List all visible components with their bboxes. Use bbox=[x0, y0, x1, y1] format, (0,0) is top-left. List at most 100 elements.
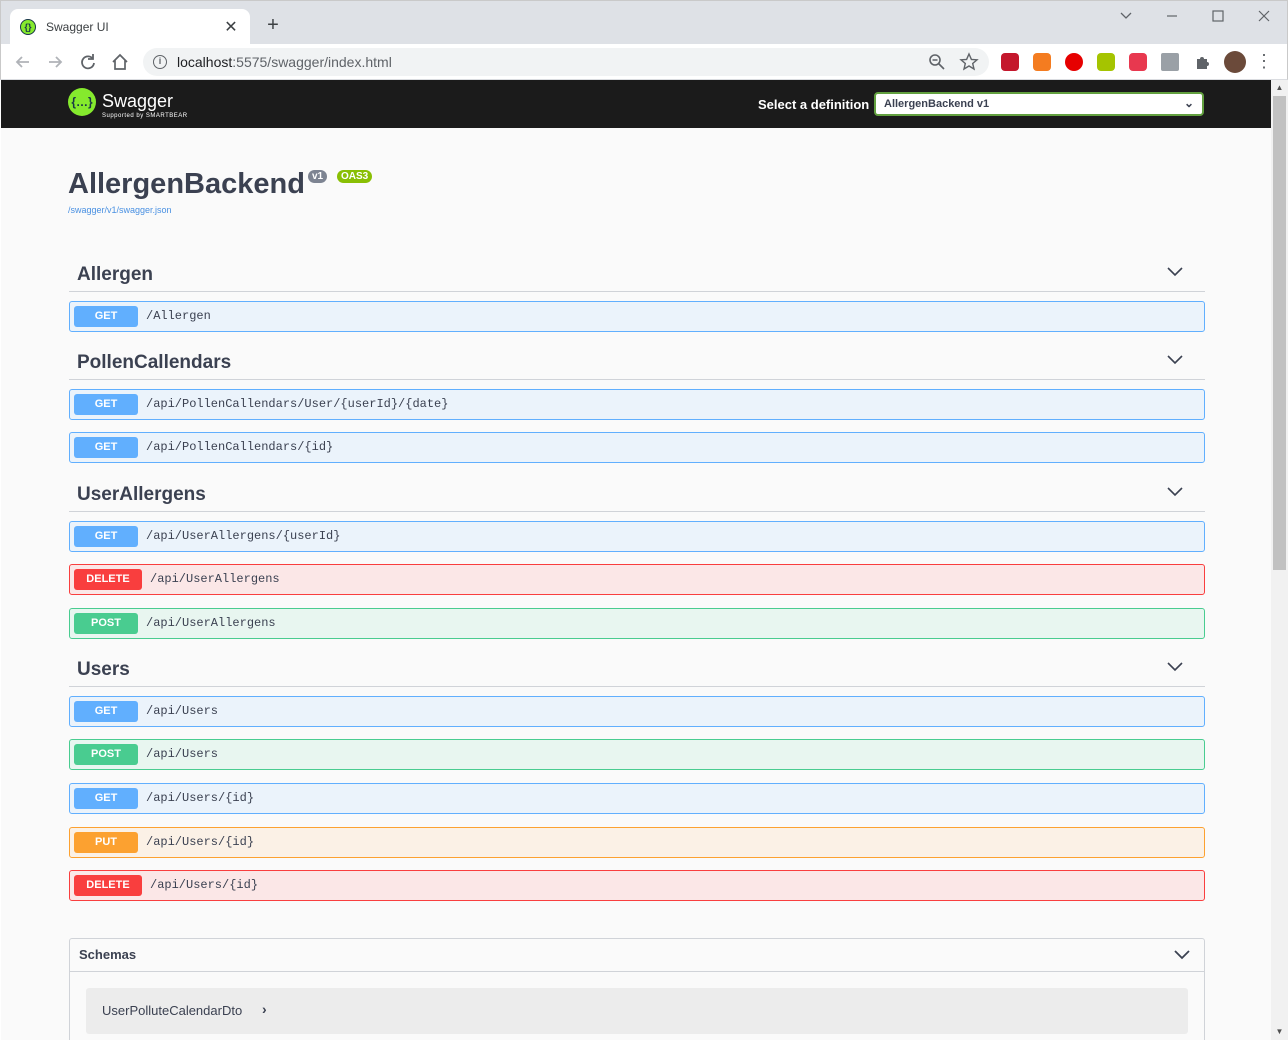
operation-get-userallergens[interactable]: GET /api/UserAllergens/{userId} bbox=[69, 521, 1205, 552]
schemas-section: Schemas UserPolluteCalendarDto › bbox=[69, 938, 1205, 1040]
tag-name: Allergen bbox=[77, 264, 154, 285]
operation-path: /api/UserAllergens bbox=[146, 616, 276, 630]
tag-name: UserAllergens bbox=[77, 484, 206, 505]
scrollbar-thumb[interactable] bbox=[1273, 96, 1286, 570]
scroll-down-icon[interactable]: ▼ bbox=[1271, 1024, 1288, 1040]
operation-path: /api/UserAllergens bbox=[150, 572, 280, 586]
schema-model-row[interactable]: UserPolluteCalendarDto › bbox=[86, 988, 1188, 1034]
tab-title: Swagger UI bbox=[46, 20, 109, 34]
operation-path: /api/PollenCallendars/{id} bbox=[146, 440, 334, 454]
tag-name: PollenCallendars bbox=[77, 352, 232, 373]
api-title: AllergenBackend bbox=[68, 168, 305, 200]
operation-path: /api/Users/{id} bbox=[146, 791, 255, 805]
operation-path: /api/UserAllergens/{userId} bbox=[146, 529, 341, 543]
method-badge: POST bbox=[74, 744, 138, 765]
url-host: localhost bbox=[177, 54, 233, 70]
version-badge: v1 bbox=[308, 170, 328, 183]
chevron-right-icon[interactable]: › bbox=[262, 1001, 267, 1017]
scroll-up-icon[interactable]: ▲ bbox=[1271, 80, 1288, 96]
forward-icon[interactable] bbox=[43, 50, 67, 74]
operation-path: /api/Users bbox=[146, 747, 219, 761]
operation-path: /api/PollenCallendars/User/{userId}/{dat… bbox=[146, 397, 449, 411]
extension-green-icon[interactable] bbox=[1097, 53, 1115, 71]
select-definition-label: Select a definition bbox=[758, 97, 870, 112]
extension-dice-icon[interactable] bbox=[1129, 53, 1147, 71]
swagger-favicon-icon: {} bbox=[20, 19, 36, 35]
operation-post-userallergens[interactable]: POST /api/UserAllergens bbox=[69, 608, 1205, 639]
method-badge: GET bbox=[74, 526, 138, 547]
schema-model-name: UserPolluteCalendarDto bbox=[102, 1003, 243, 1018]
schemas-header[interactable]: Schemas bbox=[70, 939, 1204, 972]
maximize-icon[interactable] bbox=[1209, 9, 1229, 23]
chevron-down-icon[interactable] bbox=[1172, 945, 1192, 965]
oas-badge: OAS3 bbox=[337, 170, 373, 183]
method-badge: GET bbox=[74, 701, 138, 722]
operation-delete-userallergens[interactable]: DELETE /api/UserAllergens bbox=[69, 564, 1205, 595]
tab-close-icon[interactable]: ✕ bbox=[222, 17, 240, 37]
tag-allergen[interactable]: Allergen bbox=[69, 258, 1205, 292]
operation-path: /api/Users bbox=[146, 704, 219, 718]
tag-pollencallendars[interactable]: PollenCallendars bbox=[69, 346, 1205, 380]
rss-extension-icon[interactable] bbox=[1033, 53, 1051, 71]
method-badge: DELETE bbox=[74, 569, 142, 590]
operation-path: /api/Users/{id} bbox=[150, 878, 259, 892]
operation-delete-users-id[interactable]: DELETE /api/Users/{id} bbox=[69, 870, 1205, 901]
swagger-logo-text[interactable]: Swagger bbox=[102, 91, 173, 112]
page-scrollbar[interactable]: ▲ ▼ bbox=[1271, 80, 1288, 1040]
definition-select-value: AllergenBackend v1 bbox=[884, 98, 990, 110]
chevron-down-icon[interactable] bbox=[1165, 262, 1185, 282]
swagger-topbar: {…} Swagger Supported by SMARTBEAR Selec… bbox=[1, 80, 1271, 128]
site-info-icon[interactable]: i bbox=[153, 55, 167, 69]
method-badge: DELETE bbox=[74, 875, 142, 896]
browser-toolbar: i localhost:5575/swagger/index.html ⋮ bbox=[0, 44, 1288, 80]
method-badge: POST bbox=[74, 613, 138, 634]
method-badge: GET bbox=[74, 306, 138, 327]
operation-get-users-id[interactable]: GET /api/Users/{id} bbox=[69, 783, 1205, 814]
bookmark-star-icon[interactable] bbox=[959, 52, 979, 72]
swagger-logo-subtitle: Supported by SMARTBEAR bbox=[102, 113, 188, 119]
browser-menu-icon[interactable]: ⋮ bbox=[1255, 51, 1273, 72]
window-close-icon[interactable] bbox=[1255, 9, 1275, 23]
chevron-down-icon[interactable] bbox=[1165, 482, 1185, 502]
operation-get-pollencallendars-id[interactable]: GET /api/PollenCallendars/{id} bbox=[69, 432, 1205, 463]
operation-post-users[interactable]: POST /api/Users bbox=[69, 739, 1205, 770]
chevron-down-icon[interactable] bbox=[1165, 657, 1185, 677]
back-icon[interactable] bbox=[11, 50, 35, 74]
tab-search-icon[interactable] bbox=[1117, 9, 1137, 23]
browser-tab-bar: {} Swagger UI ✕ + bbox=[0, 0, 1288, 45]
method-badge: GET bbox=[74, 788, 138, 809]
tag-name: Users bbox=[77, 659, 130, 680]
method-badge: PUT bbox=[74, 832, 138, 853]
chevron-down-icon: ⌄ bbox=[1183, 96, 1194, 110]
address-bar[interactable]: i localhost:5575/swagger/index.html bbox=[143, 48, 989, 76]
operation-get-users[interactable]: GET /api/Users bbox=[69, 696, 1205, 727]
zoom-icon[interactable] bbox=[927, 52, 947, 72]
extension-red-icon[interactable] bbox=[1001, 53, 1019, 71]
extensions-puzzle-icon[interactable] bbox=[1193, 53, 1211, 71]
method-badge: GET bbox=[74, 394, 138, 415]
url-text: localhost:5575/swagger/index.html bbox=[177, 54, 392, 70]
operation-path: /Allergen bbox=[146, 309, 211, 323]
home-icon[interactable] bbox=[108, 50, 132, 74]
operation-put-users-id[interactable]: PUT /api/Users/{id} bbox=[69, 827, 1205, 858]
method-badge: GET bbox=[74, 437, 138, 458]
operation-path: /api/Users/{id} bbox=[146, 835, 255, 849]
extension-cast-icon[interactable] bbox=[1161, 53, 1179, 71]
adblock-extension-icon[interactable] bbox=[1065, 53, 1083, 71]
operation-get-allergen[interactable]: GET /Allergen bbox=[69, 301, 1205, 332]
reload-icon[interactable] bbox=[76, 50, 100, 74]
schemas-title: Schemas bbox=[79, 947, 137, 962]
browser-tab[interactable]: {} Swagger UI ✕ bbox=[10, 9, 250, 45]
minimize-icon[interactable] bbox=[1163, 9, 1183, 23]
chevron-down-icon[interactable] bbox=[1165, 350, 1185, 370]
operation-get-pollencallendars-user[interactable]: GET /api/PollenCallendars/User/{userId}/… bbox=[69, 389, 1205, 420]
spec-url-link[interactable]: /swagger/v1/swagger.json bbox=[68, 205, 172, 215]
tag-userallergens[interactable]: UserAllergens bbox=[69, 478, 1205, 512]
profile-avatar[interactable] bbox=[1224, 51, 1246, 73]
url-path: :5575/swagger/index.html bbox=[232, 54, 392, 70]
tag-users[interactable]: Users bbox=[69, 653, 1205, 687]
definition-select[interactable]: AllergenBackend v1 ⌄ bbox=[874, 92, 1204, 116]
new-tab-button[interactable]: + bbox=[263, 15, 283, 35]
swagger-main: AllergenBackend v1 OAS3 /swagger/v1/swag… bbox=[1, 128, 1271, 1040]
swagger-logo-icon[interactable]: {…} bbox=[68, 88, 96, 116]
